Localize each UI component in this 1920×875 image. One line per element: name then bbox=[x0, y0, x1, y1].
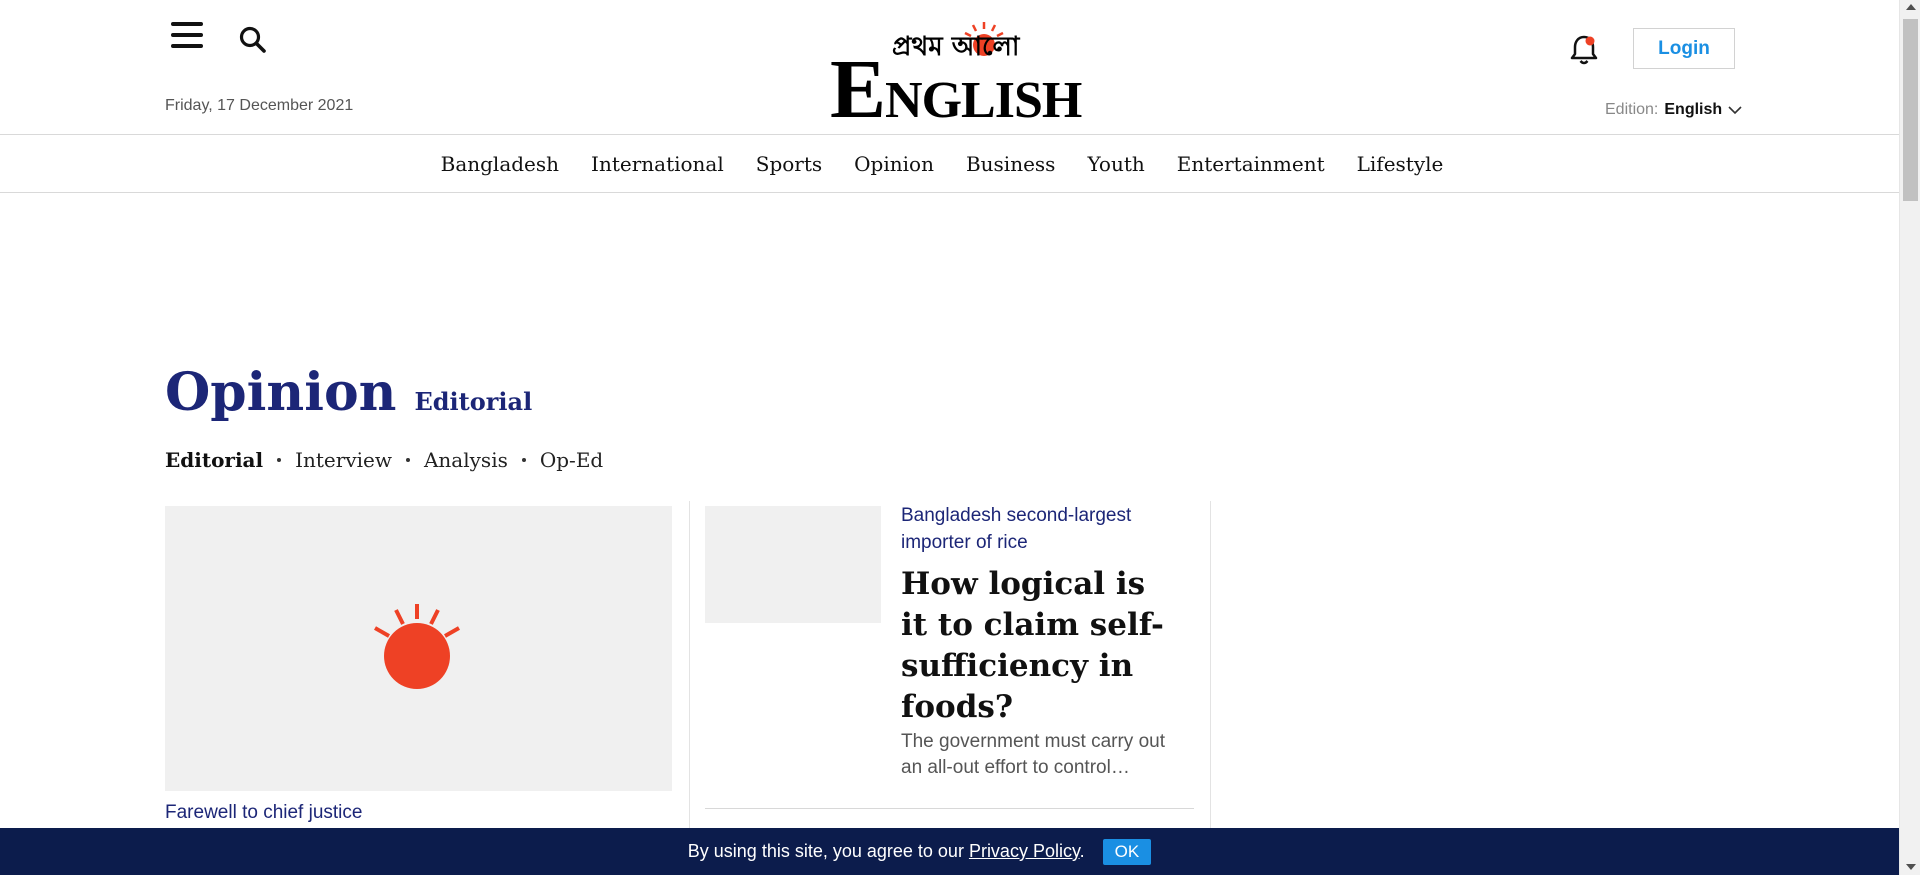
separator-dot bbox=[277, 458, 282, 462]
nav-item-entertainment[interactable]: Entertainment bbox=[1177, 152, 1325, 176]
login-button[interactable]: Login bbox=[1633, 28, 1735, 69]
cookie-ok-button[interactable]: OK bbox=[1102, 838, 1152, 865]
section-heading: Opinion Editorial bbox=[165, 362, 532, 423]
cookie-consent-bar: By using this site, you agree to our Pri… bbox=[0, 828, 1899, 875]
column-divider bbox=[689, 501, 690, 831]
lead-story-kicker[interactable]: Farewell to chief justice bbox=[165, 802, 362, 824]
hamburger-menu-button[interactable] bbox=[171, 22, 207, 54]
scrollbar-thumb[interactable] bbox=[1903, 19, 1918, 201]
story-kicker[interactable]: Bangladesh second-largest importer of ri… bbox=[901, 502, 1161, 556]
page-title[interactable]: Opinion bbox=[165, 362, 396, 423]
section-subtitle[interactable]: Editorial bbox=[414, 387, 532, 416]
current-date: Friday, 17 December 2021 bbox=[165, 97, 354, 114]
lead-story-image-placeholder[interactable] bbox=[165, 506, 672, 791]
edition-value: English bbox=[1664, 101, 1723, 118]
nav-item-sports[interactable]: Sports bbox=[756, 152, 822, 176]
nav-item-bangladesh[interactable]: Bangladesh bbox=[441, 152, 559, 176]
nav-item-lifestyle[interactable]: Lifestyle bbox=[1357, 152, 1444, 176]
subnav-item-analysis[interactable]: Analysis bbox=[424, 448, 508, 472]
scroll-down-arrow-icon[interactable] bbox=[1906, 864, 1916, 870]
cookie-message: By using this site, you agree to our Pri… bbox=[687, 841, 1085, 861]
page-scrollbar[interactable] bbox=[1899, 0, 1920, 875]
subnav-item-op-ed[interactable]: Op-Ed bbox=[540, 448, 603, 472]
main-navigation: Bangladesh International Sports Opinion … bbox=[0, 135, 1899, 193]
sub-navigation: Editorial Interview Analysis Op-Ed bbox=[165, 448, 603, 472]
search-button[interactable] bbox=[238, 25, 272, 59]
story-headline[interactable]: How logical is it to claim self-sufficie… bbox=[901, 564, 1181, 728]
logo-wordmark: ENGLISH bbox=[830, 43, 1082, 136]
edition-selector[interactable]: Edition: English bbox=[1605, 101, 1742, 119]
bell-icon bbox=[1570, 35, 1598, 65]
nav-item-youth[interactable]: Youth bbox=[1087, 152, 1144, 176]
row-divider bbox=[705, 808, 1194, 809]
story-thumbnail-placeholder[interactable] bbox=[705, 506, 881, 623]
nav-item-business[interactable]: Business bbox=[966, 152, 1055, 176]
site-header: Friday, 17 December 2021 প্রথম আলো ENGLI… bbox=[0, 0, 1899, 135]
separator-dot bbox=[521, 458, 526, 462]
privacy-policy-link[interactable]: Privacy Policy bbox=[969, 841, 1080, 861]
search-icon bbox=[239, 26, 266, 53]
nav-item-opinion[interactable]: Opinion bbox=[854, 152, 934, 176]
site-logo[interactable]: প্রথম আলো ENGLISH bbox=[826, 20, 1082, 132]
subnav-item-interview[interactable]: Interview bbox=[295, 448, 392, 472]
hamburger-icon bbox=[171, 22, 203, 26]
column-divider bbox=[1210, 501, 1211, 831]
chevron-down-icon bbox=[1728, 106, 1742, 115]
edition-label: Edition: bbox=[1605, 101, 1659, 118]
subnav-item-editorial[interactable]: Editorial bbox=[165, 448, 263, 472]
story-summary: The government must carry out an all-out… bbox=[901, 731, 1165, 778]
scroll-up-arrow-icon[interactable] bbox=[1906, 4, 1916, 10]
separator-dot bbox=[405, 458, 410, 462]
nav-item-international[interactable]: International bbox=[591, 152, 724, 176]
sun-logo-icon bbox=[374, 604, 460, 689]
notifications-button[interactable] bbox=[1568, 33, 1600, 67]
